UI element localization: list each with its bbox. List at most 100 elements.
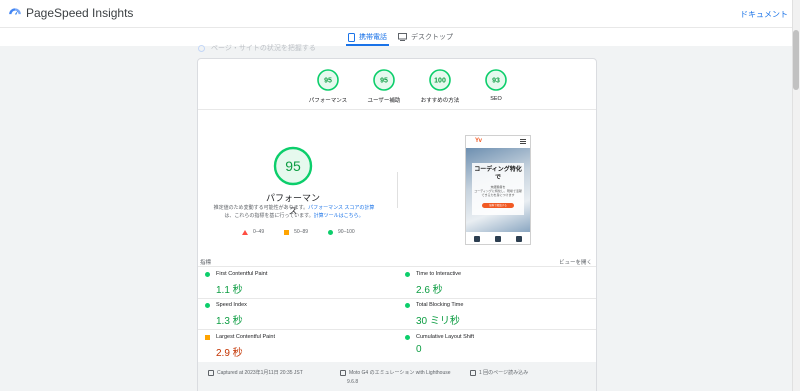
good-circle-icon [405, 302, 410, 308]
metrics-title: 指標 [200, 260, 212, 266]
preview-footer-icon [473, 236, 480, 242]
scrollbar-thumb[interactable] [793, 30, 799, 90]
metric-speed-index: Speed Index 1.3 秒 [205, 302, 385, 327]
desc-text: 推定値のため変動する可能性があります。 [213, 205, 309, 211]
preview-title: コーディング特化で [474, 166, 522, 182]
metric-name: Time to Interactive [405, 271, 585, 277]
legend-poor: 0–49 [242, 229, 264, 235]
metric-name: Total Blocking Time [405, 302, 585, 308]
category-gauges: 95 パフォーマンス 95 ユーザー補助 100 おすすめの方法 93 SEO [300, 68, 524, 104]
preview-footer-icon [494, 236, 501, 242]
hamburger-menu-icon [520, 139, 526, 144]
metric-value: 1.3 秒 [216, 316, 243, 327]
score-gauge-icon: 93 [485, 69, 507, 91]
calculator-link[interactable]: 計算ツールはこちら。 [314, 213, 364, 219]
expand-view-toggle[interactable]: ビューを開く [559, 258, 592, 266]
legend-good-label: 90–100 [338, 229, 355, 235]
faded-section-heading: ページ・サイトの状況を把握する [198, 43, 316, 53]
metric-name: Largest Contentful Paint [205, 334, 385, 340]
preview-subtitle: 未経験者を コーディングに特化し、現場で活躍できる力を身につけます [474, 185, 522, 197]
app-title: PageSpeed Insights [26, 6, 134, 20]
section-divider [198, 109, 596, 110]
device-tabs: 携帯電話 デスクトップ [0, 28, 792, 46]
gauge-score: 95 [380, 78, 388, 85]
legend-poor-label: 0–49 [253, 229, 265, 235]
tab-desktop-label: デスクトップ [411, 34, 453, 41]
page-load-icon [470, 369, 476, 376]
metric-name: Cumulative Layout Shift [405, 334, 585, 340]
emulated-device: Moto G4 のエミュレーション with Lighthouse [340, 369, 451, 376]
gauge-label: SEO [490, 96, 502, 102]
gauge-score: 100 [434, 78, 446, 85]
metrics-divider [198, 266, 596, 267]
gauge-performance[interactable]: 95 パフォーマンス [300, 68, 356, 104]
metric-tbt: Total Blocking Time 30 ミリ秒 [405, 302, 585, 327]
gauge-label: ユーザー補助 [367, 98, 401, 104]
performance-description: 推定値のため変動する可能性があります。パフォーマンス スコアの計算 は、これらの… [210, 204, 378, 220]
legend-average-label: 50–89 [294, 229, 309, 235]
smartphone-icon [348, 32, 355, 42]
app-logo[interactable]: PageSpeed Insights [8, 6, 133, 20]
legend-average: 50–89 [284, 229, 308, 235]
preview-logo-b: v [478, 138, 483, 144]
performance-score: 95 [285, 158, 301, 174]
square-icon [284, 229, 290, 235]
metrics-divider [198, 329, 596, 330]
metric-value: 1.1 秒 [216, 285, 243, 296]
metric-fcp: First Contentful Paint 1.1 秒 [205, 271, 385, 296]
average-square-icon [205, 334, 210, 340]
good-circle-icon [405, 334, 410, 340]
score-calc-link[interactable]: パフォーマンス スコアの計算 [308, 205, 374, 211]
runtime-info: Captured at 2023年1月11日 20:35 JST Moto G4… [198, 362, 596, 391]
metric-label: First Contentful Paint [216, 271, 268, 277]
page-screenshot-preview[interactable]: Yv コーディング特化で 未経験者を コーディングに特化し、現場で活躍できる力を… [465, 135, 531, 245]
metric-value: 2.6 秒 [416, 285, 443, 296]
metrics-header: 指標 ビューを開く [200, 258, 592, 266]
documentation-link[interactable]: ドキュメント [740, 9, 788, 20]
metric-value: 30 ミリ秒 [416, 316, 460, 327]
metric-value: 2.9 秒 [216, 348, 243, 359]
gauge-seo[interactable]: 93 SEO [468, 68, 524, 104]
metrics-divider [198, 298, 596, 299]
metric-label: Largest Contentful Paint [216, 334, 276, 340]
gauge-best-practices[interactable]: 100 おすすめの方法 [412, 68, 468, 104]
preview-logo: Yv [475, 138, 482, 144]
page-scrollbar[interactable] [792, 0, 800, 391]
device-icon [340, 369, 346, 376]
tab-mobile[interactable]: 携帯電話 [346, 32, 389, 46]
performance-gauge-large: 95 [273, 146, 313, 186]
gauge-label: パフォーマンス [308, 98, 348, 104]
captured-at: Captured at 2023年1月11日 20:35 JST [208, 369, 303, 376]
preview-hero: コーディング特化で 未経験者を コーディングに特化し、現場で活躍できる力を身につ… [466, 148, 530, 232]
triangle-icon [242, 229, 248, 235]
preview-caption: コーディングに特化し、現場で活躍できる力を身につけます [474, 189, 522, 197]
desktop-icon [398, 33, 407, 41]
gauge-label: おすすめの方法 [420, 98, 460, 104]
tab-desktop[interactable]: デスクトップ [398, 32, 453, 42]
metric-name: Speed Index [205, 302, 385, 308]
page-load-text: 1 回のページ読み込み [479, 370, 529, 376]
tab-mobile-label: 携帯電話 [359, 34, 387, 41]
calendar-icon [208, 369, 214, 376]
gauge-score: 93 [492, 78, 500, 85]
gauge-accessibility[interactable]: 95 ユーザー補助 [356, 68, 412, 104]
good-circle-icon [405, 271, 410, 277]
preview-header: Yv [466, 136, 530, 148]
app-header: PageSpeed Insights ドキュメント [0, 0, 800, 28]
score-gauge-icon: 95 [373, 69, 395, 91]
lighthouse-version: 9.6.8 [347, 379, 358, 385]
preview-cta-label: 無料で相談する [489, 204, 507, 207]
score-gauge-icon: 100 [429, 69, 451, 91]
captured-text: Captured at 2023年1月11日 20:35 JST [217, 370, 303, 376]
metric-label: Cumulative Layout Shift [416, 334, 475, 340]
vertical-divider [397, 172, 398, 208]
desc-text: は、これらの指標を基に行っています。 [224, 213, 314, 219]
metric-name: First Contentful Paint [205, 271, 385, 277]
score-gauge-icon: 95 [317, 69, 339, 91]
metric-label: Time to Interactive [416, 271, 462, 277]
preview-title-text: コーディング特化で [474, 167, 522, 181]
metric-lcp: Largest Contentful Paint 2.9 秒 [205, 334, 385, 359]
faded-heading-text: ページ・サイトの状況を把握する [211, 45, 316, 52]
legend-good: 90–100 [328, 229, 355, 235]
circle-icon [328, 229, 334, 235]
